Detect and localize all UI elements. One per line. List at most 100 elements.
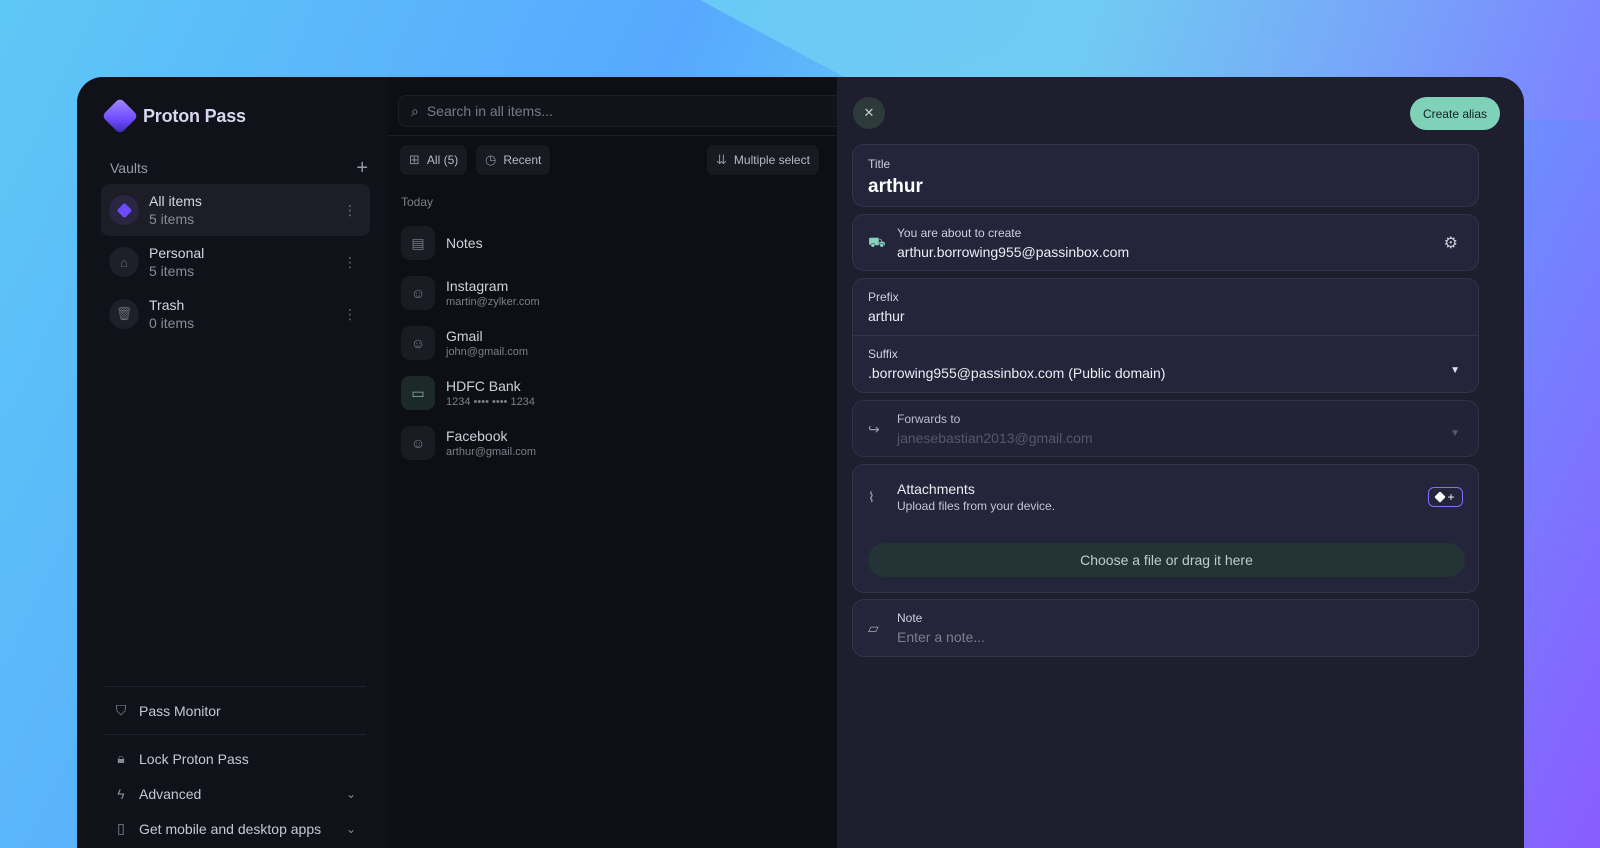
sidebar-bottom: ⛉ Pass Monitor 🔒︎ Lock Proton Pass ϟ Adv… [101, 686, 370, 848]
prefix-field[interactable]: Prefix arthur [853, 279, 1478, 336]
forwards-to-select[interactable]: ↪ Forwards to janesebastian2013@gmail.co… [852, 400, 1479, 457]
gear-icon[interactable]: ⚙ [1444, 233, 1458, 253]
forwards-value: janesebastian2013@gmail.com [897, 430, 1093, 446]
app-logo: Proton Pass [101, 97, 246, 135]
kebab-menu-icon[interactable]: ⋮ [343, 306, 357, 323]
lock-label: Lock Proton Pass [139, 750, 249, 767]
title-field[interactable]: Title arthur [852, 144, 1479, 207]
list-item[interactable]: ▭ HDFC Bank 1234 •••• •••• 1234 [401, 368, 821, 418]
vault-item-trash[interactable]: 🗑 Trash 0 items ⋮ [101, 288, 370, 340]
filter-recent[interactable]: ◷ Recent [476, 145, 551, 175]
filter-recent-label: Recent [503, 153, 542, 167]
phone-icon: ▯ [117, 820, 125, 836]
prefix-label: Prefix [868, 290, 899, 304]
vault-count: 5 items [149, 211, 195, 227]
kebab-menu-icon[interactable]: ⋮ [343, 254, 357, 271]
vault-count: 5 items [149, 263, 195, 279]
list-item[interactable]: ☺ Instagram martin@zylker.com [401, 268, 821, 318]
pass-monitor-label: Pass Monitor [139, 702, 221, 719]
kebab-menu-icon[interactable]: ⋮ [343, 202, 357, 219]
forwards-label: Forwards to [897, 412, 961, 426]
lightning-icon: ϟ [117, 785, 125, 802]
note-label: Note [897, 611, 923, 625]
divider [105, 734, 366, 735]
trash-icon: 🗑 [109, 299, 139, 329]
multiple-select-label: Multiple select [733, 153, 810, 167]
close-button[interactable]: ✕ [853, 97, 885, 129]
card-icon: ▭ [401, 376, 435, 410]
prefix-value: arthur [868, 308, 905, 324]
list-item[interactable]: ☺ Gmail john@gmail.com [401, 318, 821, 368]
home-icon: ⌂ [109, 247, 139, 277]
item-list-pane: ⌕ ⊞ All (5) ◷ Recent ⇊ Multiple select T… [388, 77, 858, 848]
list-item[interactable]: ▤ Notes [401, 218, 821, 268]
list-item[interactable]: ☺ Facebook arthur@gmail.com [401, 418, 821, 468]
vault-name: Personal [149, 245, 205, 261]
forward-icon: ↪ [868, 421, 880, 437]
section-today: Today [401, 195, 434, 209]
alias-preview: ⛟ You are about to create arthur.borrowi… [852, 214, 1479, 271]
advanced-label: Advanced [139, 785, 202, 802]
grid-icon: ⊞ [409, 152, 420, 167]
note-field[interactable]: ▱ Note [852, 599, 1479, 657]
item-title: HDFC Bank [446, 378, 521, 394]
suffix-value: .borrowing955@passinbox.com (Public doma… [868, 365, 1166, 381]
title-value: arthur [868, 176, 923, 197]
vault-name: All items [149, 193, 202, 209]
multi-select-icon: ⇊ [716, 152, 727, 167]
caret-down-icon: ▼ [1450, 428, 1460, 439]
user-icon: ☺ [401, 276, 435, 310]
lock-link[interactable]: 🔒︎ Lock Proton Pass [101, 741, 370, 776]
note-input[interactable] [897, 629, 1397, 645]
item-subtitle: arthur@gmail.com [446, 446, 537, 458]
add-vault-icon[interactable]: + [356, 158, 368, 178]
app-window: Proton Pass Vaults + All items 5 items ⋮… [77, 77, 1524, 848]
vaults-header: Vaults + [110, 158, 368, 178]
clock-icon: ◷ [485, 152, 497, 167]
item-subtitle: john@gmail.com [446, 346, 529, 358]
item-title: Gmail [446, 328, 483, 344]
app-name: Proton Pass [143, 105, 246, 126]
paperclip-icon: ⌇ [868, 489, 875, 505]
upgrade-attach-button[interactable]: + [1428, 487, 1463, 507]
filter-all-label: All (5) [426, 153, 459, 167]
alias-preview-label: You are about to create [897, 226, 1022, 240]
user-icon: ☺ [401, 426, 435, 460]
item-subtitle: 1234 •••• •••• 1234 [446, 396, 535, 408]
attachments-subtitle: Upload files from your device. [897, 499, 1056, 513]
alias-editor-panel: ✕ Create alias Title arthur ⛟ You are ab… [837, 77, 1524, 848]
diamond-icon [1434, 491, 1447, 503]
vault-item-personal[interactable]: ⌂ Personal 5 items ⋮ [101, 236, 370, 288]
search-input[interactable] [426, 103, 807, 119]
chevron-down-icon: ⌄ [345, 786, 356, 801]
title-label: Title [868, 157, 891, 171]
user-icon: ☺ [401, 326, 435, 360]
alias-preview-value: arthur.borrowing955@passinbox.com [897, 244, 1130, 260]
plus-icon: + [1447, 490, 1455, 504]
apps-link[interactable]: ▯ Get mobile and desktop apps ⌄ [101, 811, 370, 846]
file-dropzone[interactable]: Choose a file or drag it here [868, 543, 1465, 577]
vault-item-all-items[interactable]: All items 5 items ⋮ [101, 184, 370, 236]
caret-down-icon: ▼ [1450, 365, 1460, 376]
multiple-select-button[interactable]: ⇊ Multiple select [707, 145, 819, 175]
item-list: ▤ Notes ☺ Instagram martin@zylker.com ☺ … [401, 218, 821, 468]
note-icon: ▤ [401, 226, 435, 260]
item-title: Instagram [446, 278, 509, 294]
attachments-section: ⌇ Attachments Upload files from your dev… [852, 464, 1479, 593]
advanced-link[interactable]: ϟ Advanced ⌄ [101, 776, 370, 811]
item-subtitle: martin@zylker.com [446, 296, 540, 308]
suffix-select[interactable]: Suffix .borrowing955@passinbox.com (Publ… [853, 336, 1478, 393]
item-title: Facebook [446, 428, 508, 444]
search-icon: ⌕ [411, 102, 419, 119]
vaults-title: Vaults [110, 160, 148, 176]
proton-logo-icon [101, 97, 139, 135]
chevron-down-icon: ⌄ [345, 821, 356, 836]
alias-icon: ⛟ [868, 234, 886, 250]
create-alias-button[interactable]: Create alias [1409, 97, 1500, 130]
pass-monitor-link[interactable]: ⛉ Pass Monitor [101, 693, 370, 728]
suffix-label: Suffix [868, 347, 898, 361]
apps-label: Get mobile and desktop apps [139, 820, 322, 837]
filter-all[interactable]: ⊞ All (5) [400, 145, 468, 175]
search-bar[interactable]: ⌕ [398, 95, 858, 127]
attachments-label: Attachments [897, 481, 975, 497]
